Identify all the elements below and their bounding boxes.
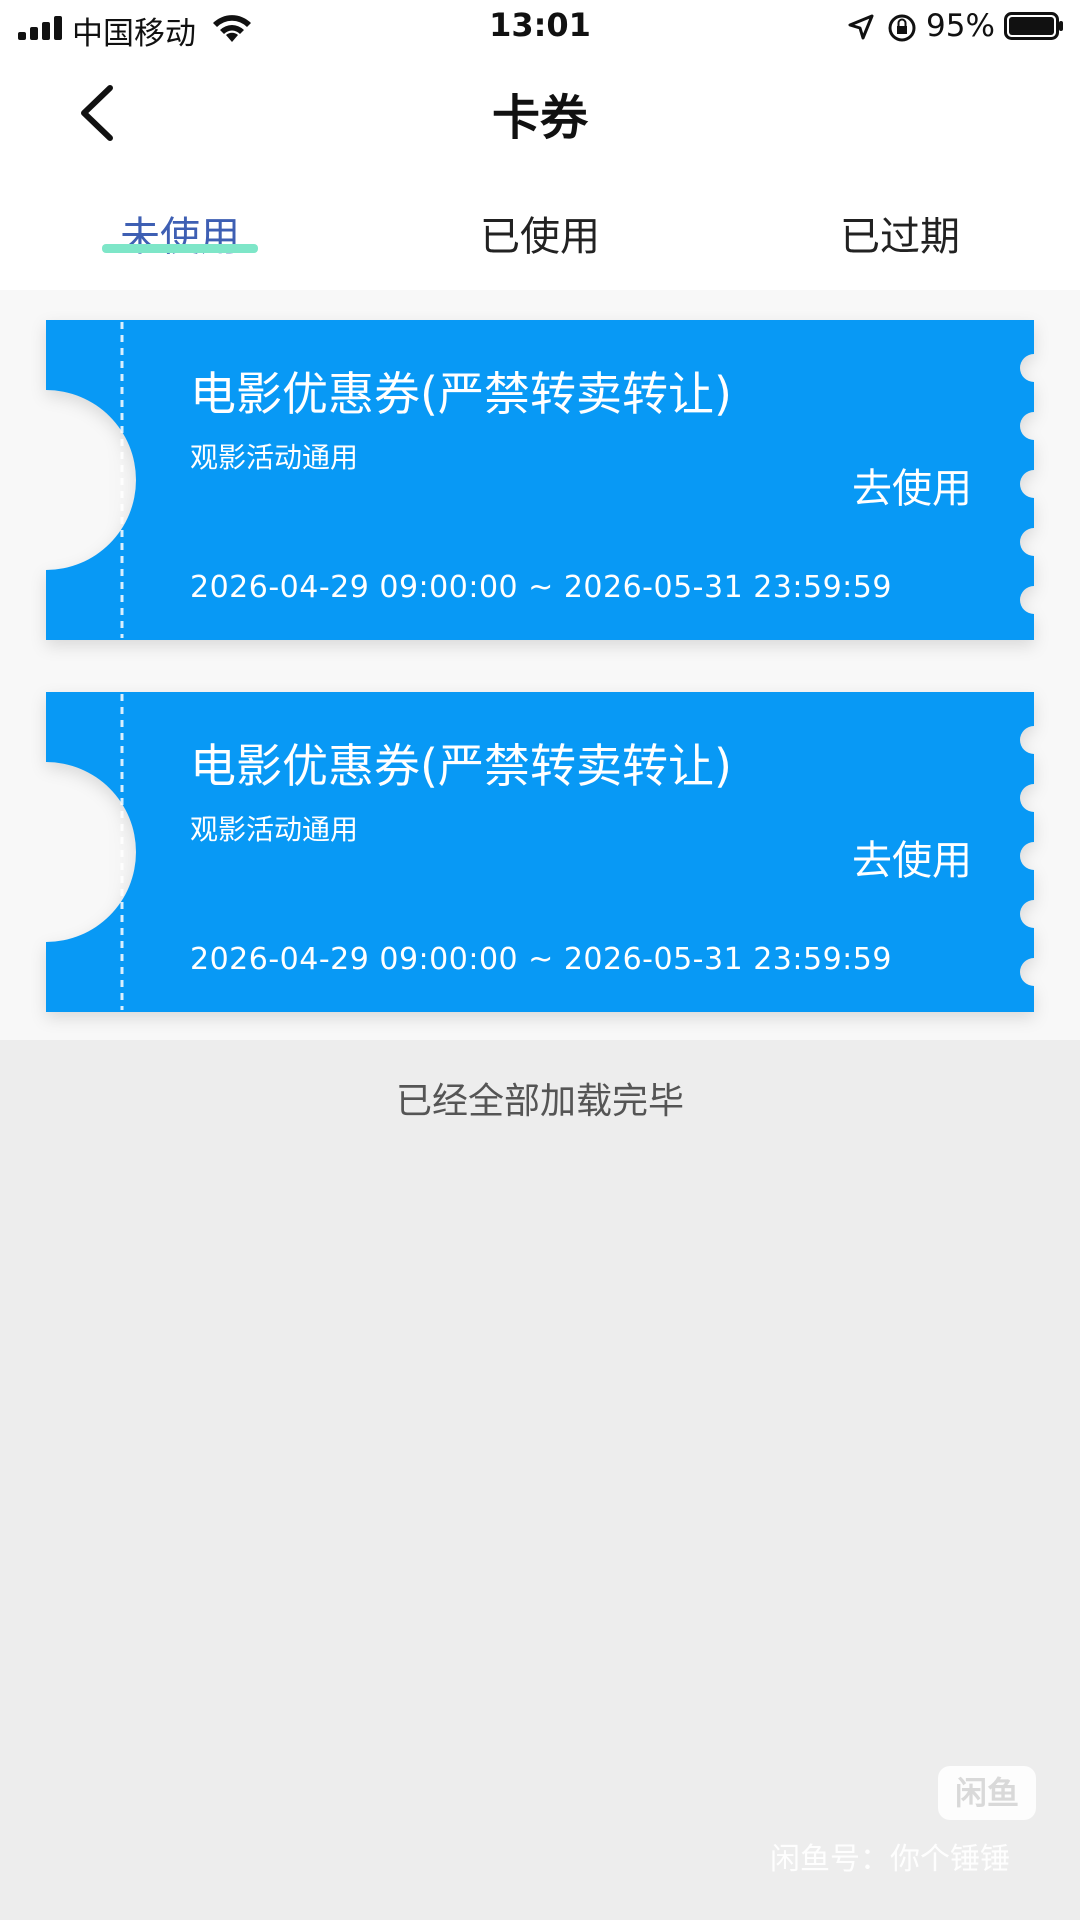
coupon-subtitle: 观影活动通用 xyxy=(190,813,359,846)
location-icon xyxy=(848,14,874,40)
tab-used[interactable]: 已使用 xyxy=(440,204,640,262)
status-bar: 中国移动 13:01 95% xyxy=(0,0,1080,56)
status-time: 13:01 xyxy=(489,6,591,44)
battery-percent: 95% xyxy=(926,8,995,44)
coupon-validity: 2026-04-29 09:00:00 ~ 2026-05-31 23:59:5… xyxy=(190,942,892,977)
battery-icon xyxy=(1004,12,1063,40)
list-end-text: 已经全部加载完毕 xyxy=(395,1081,684,1122)
coupon-subtitle: 观影活动通用 xyxy=(190,441,359,474)
tab-expired[interactable]: 已过期 xyxy=(800,204,1000,262)
coupon-card[interactable]: 电影优惠券(严禁转卖转让) 观影活动通用 去使用 2026-04-29 09:0… xyxy=(46,692,1034,1012)
watermark-text: 闲鱼号：你个锤锤 xyxy=(770,1842,1010,1877)
tab-active-indicator xyxy=(102,244,258,253)
use-coupon-button[interactable]: 去使用 xyxy=(852,828,972,886)
rotation-lock-icon xyxy=(888,14,916,42)
coupon-title: 电影优惠券(严禁转卖转让) xyxy=(190,367,732,421)
coupon-title: 电影优惠券(严禁转卖转让) xyxy=(190,739,732,793)
watermark-logo: 闲鱼 xyxy=(938,1766,1036,1820)
coupon-card[interactable]: 电影优惠券(严禁转卖转让) 观影活动通用 去使用 2026-04-29 09:0… xyxy=(46,320,1034,640)
tab-unused[interactable]: 未使用 xyxy=(80,204,280,262)
coupon-validity: 2026-04-29 09:00:00 ~ 2026-05-31 23:59:5… xyxy=(190,570,892,605)
page-title: 卡券 xyxy=(491,90,588,146)
use-coupon-button[interactable]: 去使用 xyxy=(852,456,972,514)
